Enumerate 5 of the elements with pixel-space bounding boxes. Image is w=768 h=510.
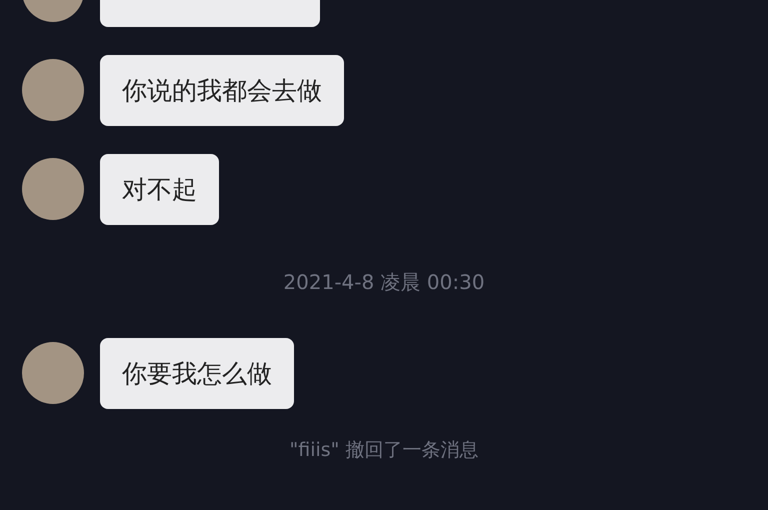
recall-notice: "fiiis" 撤回了一条消息 xyxy=(290,438,478,463)
message-bubble: 你说的我都会去做 xyxy=(100,55,344,126)
timestamp: 2021-4-8 凌晨 00:30 xyxy=(283,269,485,296)
message-bubble: 你要我怎么做 xyxy=(100,338,294,409)
message-bubble: 对不起 xyxy=(100,154,219,225)
